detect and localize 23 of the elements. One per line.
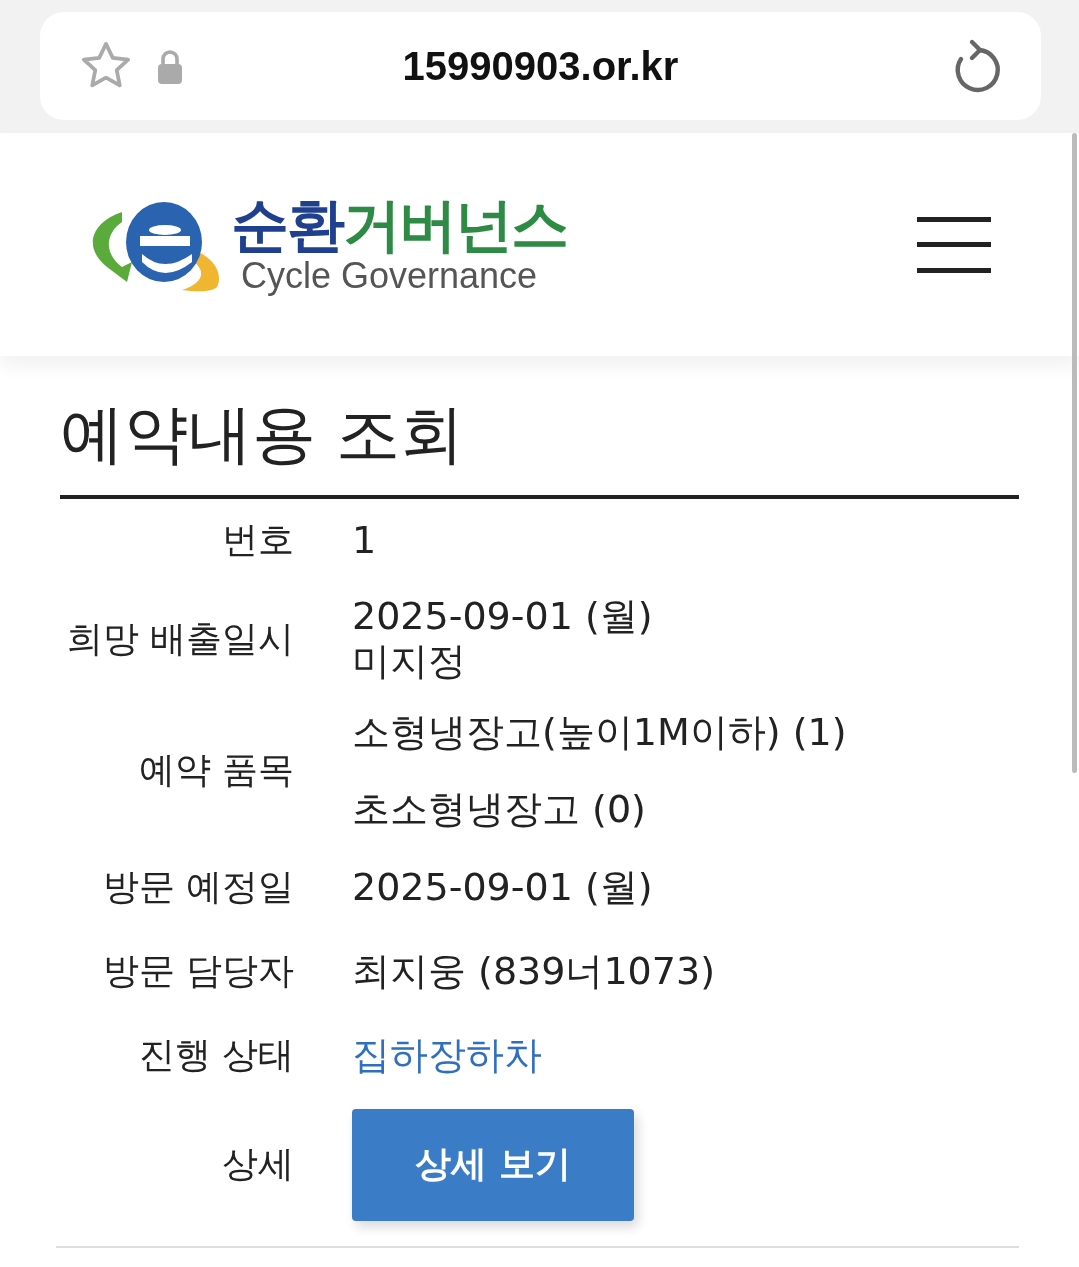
row-label: 방문 예정일 [101, 865, 294, 910]
row-value: 초소형냉장고 (0) [352, 786, 647, 833]
row-label: 예약 품목 [137, 748, 294, 793]
row-label: 번호 [221, 518, 294, 563]
row-label: 방문 담당자 [101, 949, 294, 994]
detail-button[interactable]: 상세 보기 [352, 1109, 634, 1221]
row-value: 미지정 [352, 639, 467, 685]
logo-title: 순환거버넌스 [231, 195, 567, 254]
lock-icon [156, 48, 184, 84]
row-value: 1 [352, 518, 377, 564]
row-value: 2025-09-01 (월) [352, 865, 653, 911]
row-label: 상세 [221, 1142, 294, 1187]
status-text: 집하장하차 [352, 1032, 542, 1080]
address-bar[interactable]: 15990903.or.kr [40, 12, 1041, 120]
row-value: 최지웅 (839너1073) [352, 949, 715, 995]
row-value: 소형냉장고(높이1M이하) (1) [352, 709, 847, 756]
url-text[interactable]: 15990903.or.kr [402, 43, 679, 89]
row-label: 진행 상태 [137, 1033, 294, 1078]
row-value: 2025-09-01 (월) [352, 593, 653, 640]
row-label: 희망 배출일시 [65, 616, 294, 661]
logo-subtitle: Cycle Governance [241, 257, 538, 294]
page-title: 예약내용 조회 [60, 396, 1019, 499]
menu-icon[interactable] [917, 216, 991, 273]
